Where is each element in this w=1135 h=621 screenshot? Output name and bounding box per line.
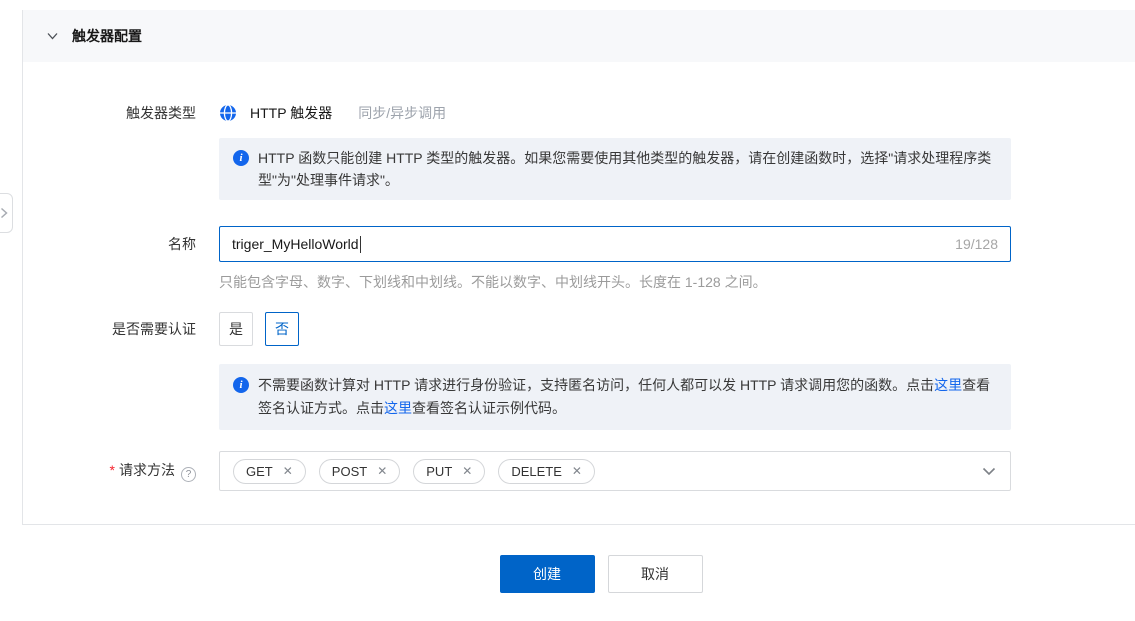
method-tag-label: GET: [246, 464, 273, 479]
info-icon: i: [233, 377, 249, 393]
form-body: 触发器类型 HTTP 触发器 同步/异步调用 i HTTP 函数只能创建 HTT…: [23, 62, 1135, 524]
chevron-down-icon: [47, 32, 58, 40]
request-methods-label-text: 请求方法: [119, 462, 175, 478]
name-helper-text: 只能包含字母、数字、下划线和中划线。不能以数字、中划线开头。长度在 1-128 …: [219, 273, 1135, 291]
signature-auth-link[interactable]: 这里: [934, 377, 962, 393]
trigger-type-label: 触发器类型: [23, 103, 219, 123]
name-row: 名称 triger_MyHelloWorld 19/128: [23, 226, 1135, 262]
auth-label: 是否需要认证: [23, 319, 219, 339]
info-icon: i: [233, 150, 249, 166]
required-mark: *: [110, 462, 115, 478]
trigger-type-row: 触发器类型 HTTP 触发器 同步/异步调用: [23, 103, 1135, 123]
name-label: 名称: [23, 234, 219, 254]
trigger-type-value: HTTP 触发器: [250, 103, 332, 123]
auth-info-segment: 查看签名认证示例代码。: [412, 400, 566, 416]
auth-info-segment: 不需要函数计算对 HTTP 请求进行身份验证，支持匿名访问，任何人都可以发 HT…: [258, 377, 934, 393]
section-title: 触发器配置: [72, 26, 142, 46]
auth-info-text: 不需要函数计算对 HTTP 请求进行身份验证，支持匿名访问，任何人都可以发 HT…: [258, 374, 997, 420]
trigger-config-page: 触发器配置 触发器类型 HTTP 触发器 同步/异步调用 i HTTP 函数只能…: [0, 0, 1135, 621]
section-header-toggle[interactable]: 触发器配置: [23, 10, 1135, 62]
remove-tag-icon[interactable]: ✕: [462, 465, 472, 477]
http-trigger-info-text: HTTP 函数只能创建 HTTP 类型的触发器。如果您需要使用其他类型的触发器，…: [258, 147, 997, 191]
request-methods-label: *请求方法?: [23, 460, 219, 483]
method-tag-get: GET ✕: [233, 459, 306, 484]
text-caret: [360, 236, 361, 253]
invocation-mode-label: 同步/异步调用: [358, 103, 446, 123]
auth-option-yes[interactable]: 是: [219, 312, 253, 346]
chevron-right-icon: [0, 207, 8, 219]
trigger-config-panel: 触发器配置 触发器类型 HTTP 触发器 同步/异步调用 i HTTP 函数只能…: [22, 10, 1135, 525]
footer-actions: 创建 取消: [0, 555, 1135, 593]
name-input[interactable]: triger_MyHelloWorld 19/128: [219, 226, 1011, 262]
request-methods-select[interactable]: GET ✕ POST ✕ PUT ✕ DELETE: [219, 451, 1011, 491]
http-trigger-info-banner: i HTTP 函数只能创建 HTTP 类型的触发器。如果您需要使用其他类型的触发…: [219, 138, 1011, 200]
chevron-down-icon: [982, 463, 996, 479]
name-input-value: triger_MyHelloWorld: [232, 236, 359, 252]
method-tag-delete: DELETE ✕: [498, 459, 595, 484]
help-icon[interactable]: ?: [181, 467, 196, 482]
char-counter: 19/128: [955, 236, 998, 252]
globe-icon: [219, 104, 237, 122]
remove-tag-icon[interactable]: ✕: [377, 465, 387, 477]
create-button[interactable]: 创建: [500, 555, 595, 593]
auth-row: 是否需要认证 是 否: [23, 312, 1135, 346]
signature-sample-link[interactable]: 这里: [384, 400, 412, 416]
panel-expander[interactable]: [0, 193, 13, 233]
method-tag-put: PUT ✕: [413, 459, 485, 484]
method-tag-label: DELETE: [511, 464, 562, 479]
method-tag-label: PUT: [426, 464, 452, 479]
remove-tag-icon[interactable]: ✕: [572, 465, 582, 477]
auth-option-no[interactable]: 否: [265, 312, 299, 346]
request-methods-row: *请求方法? GET ✕ POST ✕ PUT: [23, 451, 1135, 491]
method-tag-post: POST ✕: [319, 459, 400, 484]
method-tag-label: POST: [332, 464, 367, 479]
cancel-button[interactable]: 取消: [608, 555, 703, 593]
auth-info-banner: i 不需要函数计算对 HTTP 请求进行身份验证，支持匿名访问，任何人都可以发 …: [219, 364, 1011, 430]
remove-tag-icon[interactable]: ✕: [283, 465, 293, 477]
